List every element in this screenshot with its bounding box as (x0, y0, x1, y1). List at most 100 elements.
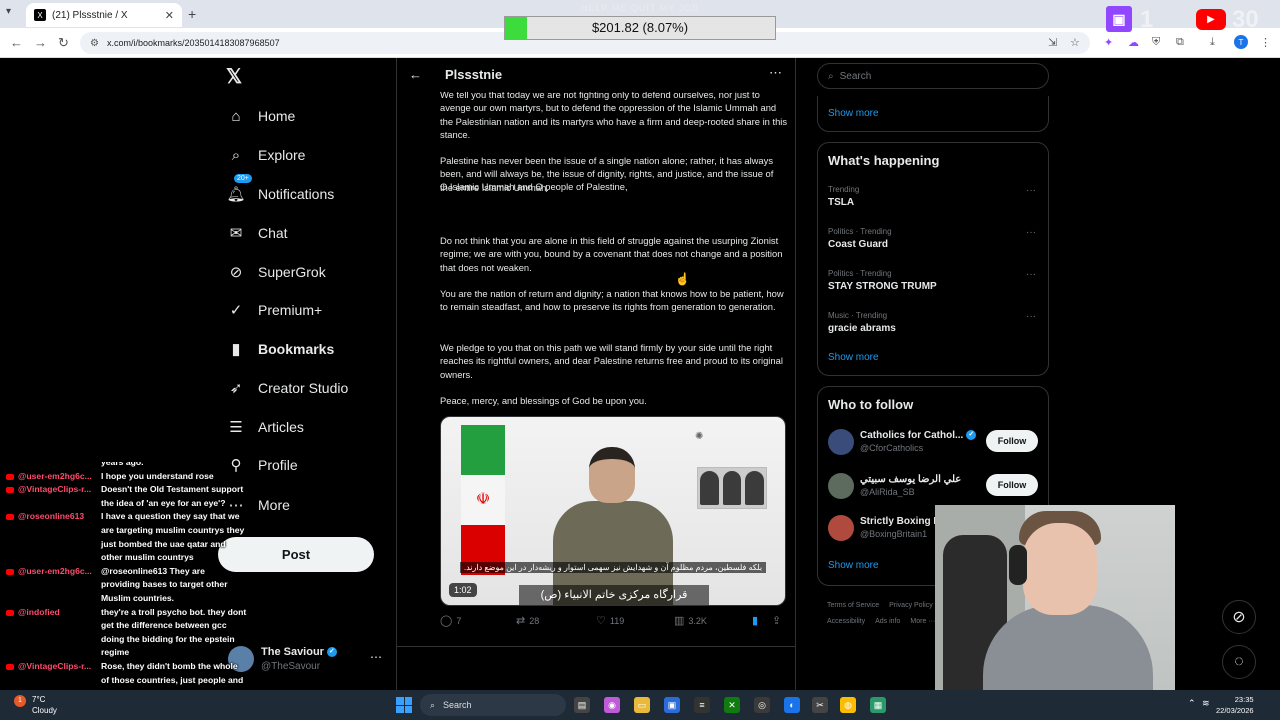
copilot-icon[interactable]: ◉ (604, 697, 620, 713)
profile-avatar-icon[interactable]: T (1234, 35, 1248, 49)
edge-icon[interactable]: ◐ (784, 697, 800, 713)
file-explorer-icon[interactable]: ▭ (634, 697, 650, 713)
show-more-link[interactable]: Show more (828, 108, 879, 119)
chatgpt-icon[interactable]: ◎ (754, 697, 770, 713)
chat-message: just bombed the uae qatar and (101, 538, 226, 549)
task-view-icon[interactable]: ▤ (574, 697, 590, 713)
extension-icon-2[interactable]: ☁ (1128, 36, 1139, 49)
windows-taskbar: 1 7°C Cloudy ⌕ Search ▤ ◉ ▭ ▣ ≡ ✕ ◎ ◐ ✂ … (0, 690, 1280, 720)
new-tab-icon[interactable]: + (188, 6, 196, 22)
footer-link[interactable]: Terms of Service (827, 602, 879, 609)
whats-happening-title: What's happening (828, 153, 940, 168)
repost-button[interactable]: ⇄ 28 (516, 614, 539, 627)
capcut-icon[interactable]: ✂ (812, 697, 828, 713)
youtube-chat-icon (6, 609, 14, 616)
store-icon[interactable]: ▣ (664, 697, 680, 713)
extension-icon[interactable]: ✦ (1104, 36, 1113, 49)
share-icon: ⇪ (772, 615, 782, 627)
chat-username: @user-em2hg6c... (18, 565, 92, 576)
trend-item[interactable]: Trending TSLA ··· (828, 185, 1040, 208)
account-more-icon[interactable]: ⋯ (370, 650, 382, 664)
nav-item-home[interactable]: ⌂ Home (226, 104, 295, 128)
system-clock[interactable]: 23:35 22/03/2026 (1216, 694, 1254, 716)
tray-network-icon[interactable]: ⌃ (1188, 698, 1196, 709)
trend-item[interactable]: Politics · Trending Coast Guard ··· (828, 227, 1040, 250)
notepad-icon[interactable]: ▦ (870, 697, 886, 713)
trend-item[interactable]: Politics · Trending STAY STRONG TRUMP ··· (828, 269, 1040, 292)
tab-close-icon[interactable]: ✕ (165, 9, 174, 22)
show-more-follow-link[interactable]: Show more (828, 560, 879, 571)
nav-item-articles[interactable]: ☰ Articles (226, 415, 304, 439)
footer-link[interactable]: Privacy Policy (889, 602, 933, 609)
trend-title: Coast Guard (828, 239, 889, 250)
menu-icon[interactable]: ⋮ (1260, 36, 1271, 49)
suggestion-handle: @AliRida_SB (860, 487, 915, 497)
shield-icon[interactable]: ⛨ (1152, 36, 1160, 49)
trend-title: gracie abrams (828, 323, 896, 334)
nav-item-premium[interactable]: ✓ Premium+ (226, 298, 322, 322)
back-icon[interactable]: ← (10, 35, 23, 50)
nav-item-explore[interactable]: ⌕ Explore (226, 143, 306, 167)
forward-icon[interactable]: → (34, 35, 47, 50)
leaders-portrait (697, 467, 767, 509)
messages-icon[interactable]: ◌ (1222, 645, 1256, 679)
page-title: Plssstnie (445, 67, 503, 82)
views-button[interactable]: ▥ 3.2K (674, 614, 707, 627)
site-info-icon[interactable]: ⚙ (90, 38, 99, 49)
youtube-chat-icon (6, 487, 14, 494)
xbox-icon[interactable]: ✕ (724, 697, 740, 713)
chat-message: of those countries, just people and (101, 674, 244, 685)
footer-link[interactable]: More ··· (910, 618, 935, 625)
bookmark-button[interactable]: ▮ (752, 614, 762, 627)
reply-button[interactable]: ◯ 7 (440, 614, 461, 627)
install-icon[interactable]: ⇲ (1048, 36, 1057, 49)
tab-list-icon[interactable]: ▾ (6, 6, 11, 17)
footer-link[interactable]: Accessibility (827, 618, 865, 625)
trend-more-icon[interactable]: ··· (1026, 269, 1036, 280)
nav-item-chat[interactable]: ✉ Chat (226, 221, 288, 245)
nav-item-notifications[interactable]: 🔔︎ 20+ Notifications (226, 174, 334, 206)
footer-link[interactable]: Ads info (875, 618, 900, 625)
follow-button[interactable]: Follow (986, 474, 1038, 496)
post-video[interactable]: ☫ ✺ بلکه فلسطین، مردم مظلوم آن و شهدایش … (440, 416, 786, 606)
follow-button[interactable]: Follow (986, 430, 1038, 452)
x-logo-icon[interactable]: 𝕏 (226, 64, 242, 89)
tray-wifi-icon[interactable]: ≋ (1202, 698, 1210, 709)
taskbar-search-label: Search (443, 700, 472, 710)
bookmark-star-icon[interactable]: ☆ (1070, 36, 1080, 49)
account-name: The Saviour (261, 646, 324, 658)
chat-message: the idea of 'an eye for an eye'? (101, 497, 226, 508)
trend-more-icon[interactable]: ··· (1026, 311, 1036, 322)
reload-icon[interactable]: ↻ (58, 35, 69, 51)
donation-amount: $201.82 (8.07%) (591, 20, 689, 35)
trend-item[interactable]: Music · Trending gracie abrams ··· (828, 311, 1040, 334)
nav-item-bookmarks[interactable]: ▮ Bookmarks (226, 337, 334, 361)
extensions-puzzle-icon[interactable]: ⧉ (1176, 36, 1184, 49)
weather-widget[interactable]: 7°C Cloudy (32, 694, 57, 716)
trend-more-icon[interactable]: ··· (1026, 185, 1036, 196)
search-input[interactable]: ⌕ Search (817, 63, 1049, 89)
like-button[interactable]: ♡ 119 (596, 614, 624, 627)
taskbar-search[interactable]: ⌕ Search (420, 694, 566, 716)
download-icon[interactable]: ⤓ (1210, 36, 1215, 49)
chrome-icon[interactable]: ◍ (840, 697, 856, 713)
show-more-trends-link[interactable]: Show more (828, 352, 879, 363)
post-more-icon[interactable]: ⋯ (769, 65, 782, 81)
trend-more-icon[interactable]: ··· (1026, 227, 1036, 238)
share-button[interactable]: ⇪ (772, 614, 785, 627)
nav-item-supergrok[interactable]: ⊘ SuperGrok (226, 260, 326, 284)
chat-icon: ✉ (229, 225, 243, 242)
browser-tab[interactable]: X (21) Plssstnie / X ✕ (26, 3, 182, 27)
chat-username: @indofied (18, 606, 60, 617)
follow-suggestion[interactable]: علي الرضا يوسف سبيتي @AliRida_SB Follow (828, 471, 1040, 501)
suggestion-name-row: علي الرضا يوسف سبيتي (860, 474, 961, 485)
back-arrow-icon[interactable]: ← (409, 67, 422, 82)
post-header: ← Plssstnie ⋯ (397, 58, 795, 92)
nav-item-creator-studio[interactable]: ➶ Creator Studio (226, 376, 349, 400)
app-icon[interactable]: ≡ (694, 697, 710, 713)
windows-start-icon[interactable] (396, 697, 412, 713)
chat-message: Rose, they didn't bomb the whole (101, 661, 238, 671)
grok-icon[interactable]: ⊘ (1222, 600, 1256, 634)
chat-username: @VintageClips-r... (18, 661, 92, 671)
follow-suggestion[interactable]: Catholics for Cathol... ✓ @CforCatholics Fo… (828, 427, 1040, 457)
